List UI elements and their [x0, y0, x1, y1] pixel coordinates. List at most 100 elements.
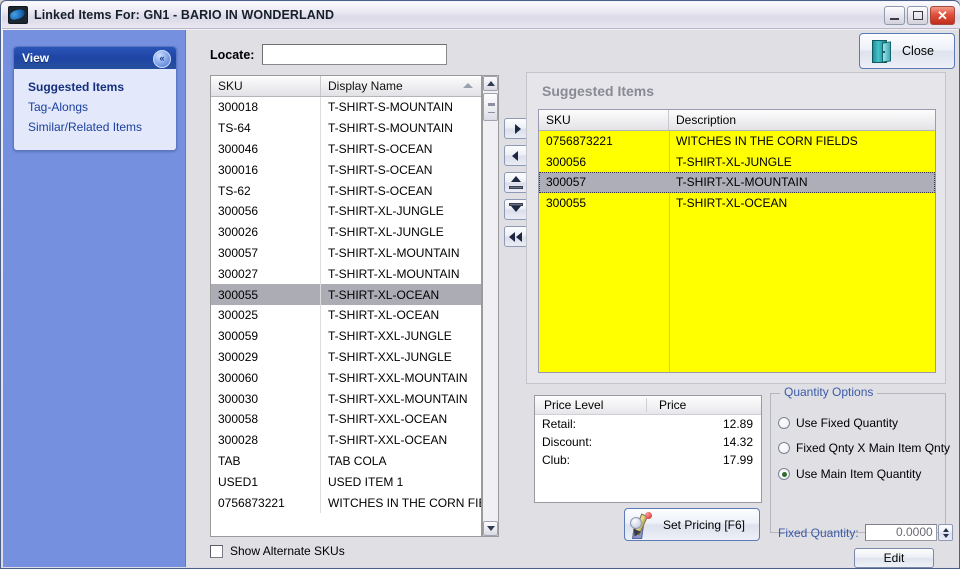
chevron-up-icon[interactable]: «	[153, 50, 171, 68]
column-header-display-name[interactable]: Display Name	[321, 76, 481, 96]
radio-use-fixed-quantity[interactable]: Use Fixed Quantity	[778, 416, 898, 430]
linked-items-window: Linked Items For: GN1 - BARIO IN WONDERL…	[0, 0, 960, 569]
fixed-quantity-input[interactable]: 0.0000	[864, 524, 937, 541]
edit-button[interactable]: Edit	[854, 548, 934, 568]
move-right-button[interactable]	[504, 118, 528, 139]
table-row[interactable]: 300018 T-SHIRT-S-MOUNTAIN	[211, 97, 481, 118]
suggested-items-body: 0756873221 WITCHES IN THE CORN FIELDS 3000…	[539, 131, 935, 372]
show-alternate-skus-checkbox[interactable]	[210, 544, 223, 558]
table-row[interactable]: 300055 T-SHIRT-XL-OCEAN	[539, 193, 935, 214]
cell-display-name: T-SHIRT-XL-JUNGLE	[328, 204, 444, 219]
table-row[interactable]: TS-64 T-SHIRT-S-MOUNTAIN	[211, 117, 481, 139]
table-row[interactable]: USED1 USED ITEM 1	[211, 471, 481, 493]
cell-description: T-SHIRT-XL-JUNGLE	[676, 154, 792, 169]
sort-ascending-icon	[463, 83, 473, 88]
view-task-pane: View « Suggested Items Tag-Alongs Simila…	[13, 46, 177, 151]
sidebar-item-similar-related-items[interactable]: Similar/Related Items	[28, 120, 166, 134]
minimize-button[interactable]	[884, 6, 905, 25]
show-alternate-skus-row[interactable]: Show Alternate SKUs	[210, 544, 345, 558]
item-list-body: 300018 T-SHIRT-S-MOUNTAIN TS-64 T-SHIRT-S-M…	[211, 97, 481, 536]
table-row[interactable]: 300030 T-SHIRT-XXL-MOUNTAIN	[211, 388, 481, 409]
move-to-bottom-button[interactable]	[504, 199, 528, 220]
cell-display-name: T-SHIRT-XXL-OCEAN	[328, 412, 448, 427]
price-level-box: Price Level Price Retail: 12.89 Discount: 1…	[534, 395, 762, 503]
cell-sku: 300025	[211, 304, 321, 326]
table-row[interactable]: 300059 T-SHIRT-XXL-JUNGLE	[211, 325, 481, 347]
item-list-header: SKU Display Name	[211, 76, 481, 97]
move-all-left-button[interactable]	[504, 226, 528, 247]
table-row[interactable]: 300046 T-SHIRT-S-OCEAN	[211, 138, 481, 160]
column-header-suggested-sku[interactable]: SKU	[539, 110, 669, 130]
item-list-scrollbar[interactable]	[482, 75, 499, 537]
table-row[interactable]: 300027 T-SHIRT-XL-MOUNTAIN	[211, 263, 481, 285]
price-level-row: Discount: 14.32	[535, 433, 761, 451]
table-row[interactable]: 0756873221 WITCHES IN THE CORN FIE	[211, 492, 481, 513]
cell-display-name: T-SHIRT-XL-OCEAN	[328, 287, 440, 302]
show-alternate-skus-label: Show Alternate SKUs	[230, 544, 345, 558]
scroll-down-button[interactable]	[483, 521, 498, 536]
sidebar-item-tag-alongs[interactable]: Tag-Alongs	[28, 100, 166, 114]
table-row[interactable]: TAB TAB COLA	[211, 450, 481, 472]
close-button[interactable]: Close	[859, 33, 955, 69]
suggested-items-grid: SKU Description 0756873221 WITCHES IN THE…	[538, 109, 936, 373]
maximize-button[interactable]	[907, 6, 928, 25]
locate-input[interactable]	[262, 44, 448, 65]
table-row[interactable]: 0756873221 WITCHES IN THE CORN FIELDS	[539, 131, 935, 152]
price-level-row: Retail: 12.89	[535, 415, 761, 433]
move-left-button[interactable]	[504, 145, 528, 166]
table-row[interactable]: 300055 T-SHIRT-XL-OCEAN	[211, 284, 481, 305]
cell-sku: 300030	[211, 388, 321, 409]
table-row[interactable]: 300057 T-SHIRT-XL-MOUNTAIN	[539, 172, 935, 193]
column-header-sku[interactable]: SKU	[211, 76, 321, 96]
radio-fixed-qnty-x-main-item-qnty-icon[interactable]	[778, 442, 790, 454]
table-row[interactable]: 300060 T-SHIRT-XXL-MOUNTAIN	[211, 367, 481, 389]
locate-label: Locate:	[210, 47, 255, 62]
cell-sku: 0756873221	[546, 134, 613, 149]
column-header-suggested-description[interactable]: Description	[669, 110, 935, 130]
radio-fixed-qnty-x-main-item-qnty[interactable]: Fixed Qnty X Main Item Qnty	[778, 441, 950, 455]
sidebar: View « Suggested Items Tag-Alongs Simila…	[3, 30, 186, 567]
cell-price-level: Club:	[542, 453, 571, 467]
scrollbar-thumb[interactable]	[483, 93, 498, 121]
cell-display-name: T-SHIRT-XL-OCEAN	[328, 308, 440, 323]
radio-use-fixed-quantity-icon[interactable]	[778, 417, 790, 429]
cell-sku: 300056	[546, 154, 587, 169]
column-header-display-name-label: Display Name	[328, 79, 403, 93]
fixed-quantity-row: Fixed Quantity: 0.0000	[778, 524, 953, 541]
cell-sku: TS-64	[211, 117, 321, 139]
table-row[interactable]: 300057 T-SHIRT-XL-MOUNTAIN	[211, 242, 481, 264]
table-row[interactable]: 300028 T-SHIRT-XXL-OCEAN	[211, 429, 481, 451]
radio-use-main-item-quantity-label: Use Main Item Quantity	[796, 467, 922, 481]
minimize-icon	[890, 18, 899, 20]
table-row[interactable]: 300026 T-SHIRT-XL-JUNGLE	[211, 221, 481, 243]
fixed-quantity-stepper[interactable]	[937, 524, 953, 541]
cell-display-name: T-SHIRT-XL-MOUNTAIN	[328, 266, 460, 281]
radio-use-main-item-quantity[interactable]: Use Main Item Quantity	[778, 467, 921, 481]
main-content: Close Locate: SKU Display Name 300018 T-S…	[186, 30, 959, 568]
move-to-top-button[interactable]	[504, 172, 528, 193]
sidebar-item-suggested-items[interactable]: Suggested Items	[28, 80, 166, 94]
table-row[interactable]: TS-62 T-SHIRT-S-OCEAN	[211, 180, 481, 201]
table-row[interactable]: 300025 T-SHIRT-XL-OCEAN	[211, 304, 481, 326]
cell-display-name: T-SHIRT-XL-MOUNTAIN	[328, 245, 460, 260]
table-row[interactable]: 300029 T-SHIRT-XXL-JUNGLE	[211, 346, 481, 368]
cell-sku: 300046	[211, 138, 321, 160]
cell-sku: TAB	[211, 450, 321, 472]
scroll-up-button[interactable]	[483, 76, 498, 91]
cell-display-name: T-SHIRT-S-OCEAN	[328, 183, 433, 198]
table-row[interactable]: 300056 T-SHIRT-XL-JUNGLE	[211, 200, 481, 222]
cell-price: 17.99	[722, 453, 753, 467]
table-row[interactable]: 300058 T-SHIRT-XXL-OCEAN	[211, 408, 481, 430]
set-pricing-button[interactable]: Set Pricing [F6]	[624, 508, 760, 541]
close-window-button[interactable]: ✕	[930, 6, 955, 25]
close-icon: ✕	[937, 8, 948, 23]
view-task-pane-title: View	[22, 51, 50, 65]
radio-use-main-item-quantity-icon[interactable]	[778, 468, 790, 480]
cell-sku: 300028	[211, 429, 321, 451]
cell-price: 12.89	[722, 417, 753, 431]
window-title: Linked Items For: GN1 - BARIO IN WONDERL…	[34, 8, 335, 22]
cell-display-name: T-SHIRT-XXL-MOUNTAIN	[328, 391, 468, 406]
table-row[interactable]: 300056 T-SHIRT-XL-JUNGLE	[539, 152, 935, 173]
table-row[interactable]: 300016 T-SHIRT-S-OCEAN	[211, 159, 481, 181]
cell-description: WITCHES IN THE CORN FIELDS	[676, 134, 858, 149]
